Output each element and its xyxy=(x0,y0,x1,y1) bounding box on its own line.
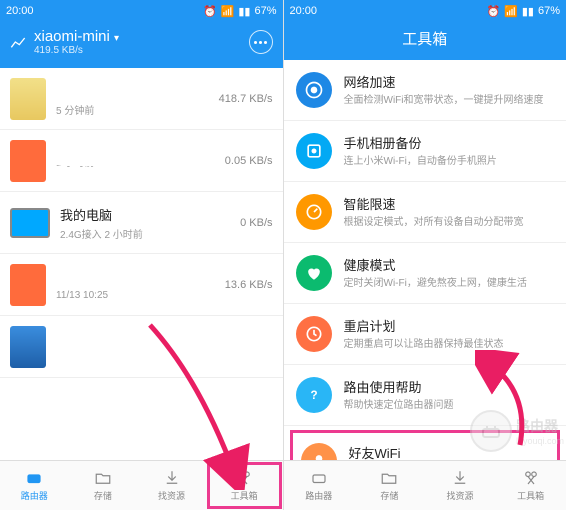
status-bar: 20:00 ⏰ 📶 ▮▮ 67% xyxy=(0,0,283,22)
friend-wifi-icon xyxy=(301,443,337,460)
tabbar-right: 路由器 存储 找资源 工具箱 xyxy=(284,460,566,510)
tab-storage[interactable]: 存储 xyxy=(69,461,138,510)
header-right: 工具箱 xyxy=(284,22,566,60)
restart-plan-icon xyxy=(296,316,332,352)
help-icon: ? xyxy=(296,377,332,413)
battery-icon: 67% xyxy=(538,5,560,17)
router-name: xiaomi-mini xyxy=(34,28,110,45)
device-row[interactable]: 我的电脑2.4G接入 2 小时前 0 KB/s xyxy=(0,192,283,254)
status-bar: 20:00 ⏰ 📶 ▮▮ 67% xyxy=(284,0,566,22)
signal-icon: ▮▮ xyxy=(238,5,250,18)
device-rate: 0.05 KB/s xyxy=(225,155,273,167)
tab-find-resources[interactable]: 找资源 xyxy=(425,461,496,510)
annotation-arrow-left xyxy=(140,320,250,490)
smart-limit-icon xyxy=(296,194,332,230)
tool-network-boost[interactable]: 网络加速全面检测WiFi和宽带状态，一键提升网络速度 xyxy=(284,60,566,121)
device-thumb-icon xyxy=(10,78,46,120)
page-title: 工具箱 xyxy=(402,28,447,49)
alarm-icon: ⏰ xyxy=(486,5,500,18)
device-row[interactable]: 1 小时前 0.05 KB/s xyxy=(0,130,283,192)
svg-text:?: ? xyxy=(310,389,317,402)
device-thumb-icon xyxy=(10,140,46,182)
device-thumb-icon xyxy=(10,326,46,368)
device-row[interactable]: 我5 分钟前 418.7 KB/s xyxy=(0,68,283,130)
tab-router[interactable]: 路由器 xyxy=(284,461,355,510)
status-time: 20:00 xyxy=(290,5,318,17)
device-rate: 13.6 KB/s xyxy=(225,279,273,291)
alarm-icon: ⏰ xyxy=(203,5,217,18)
device-thumb-icon xyxy=(10,208,50,238)
header-left: xiaomi-mini ▾ 419.5 KB/s xyxy=(0,22,283,68)
annotation-arrow-right xyxy=(475,350,555,450)
tool-photo-backup[interactable]: 手机相册备份连上小米Wi-Fi，自动备份手机照片 xyxy=(284,121,566,182)
wifi-icon: 📶 xyxy=(221,5,235,18)
signal-icon: ▮▮ xyxy=(522,5,534,18)
device-thumb-icon xyxy=(10,264,46,306)
battery-icon: 67% xyxy=(254,5,276,17)
photo-backup-icon xyxy=(296,133,332,169)
device-rate: 418.7 KB/s xyxy=(219,93,273,105)
router-signal-icon xyxy=(10,34,26,50)
device-rate: 0 KB/s xyxy=(240,217,272,229)
tab-router[interactable]: 路由器 xyxy=(0,461,69,510)
wifi-icon: 📶 xyxy=(504,5,518,18)
tab-toolbox[interactable]: 工具箱 xyxy=(495,461,566,510)
status-time: 20:00 xyxy=(6,5,34,17)
router-speed: 419.5 KB/s xyxy=(34,45,119,56)
tool-health-mode[interactable]: 健康模式定时关闭Wi-Fi，避免熬夜上网，健康生活 xyxy=(284,243,566,304)
tool-smart-limit[interactable]: 智能限速根据设定模式，对所有设备自动分配带宽 xyxy=(284,182,566,243)
network-boost-icon xyxy=(296,72,332,108)
more-menu-button[interactable] xyxy=(249,30,273,54)
tab-storage[interactable]: 存储 xyxy=(354,461,425,510)
health-mode-icon xyxy=(296,255,332,291)
device-row[interactable]: 手机 11/13 10:25 13.6 KB/s xyxy=(0,254,283,316)
